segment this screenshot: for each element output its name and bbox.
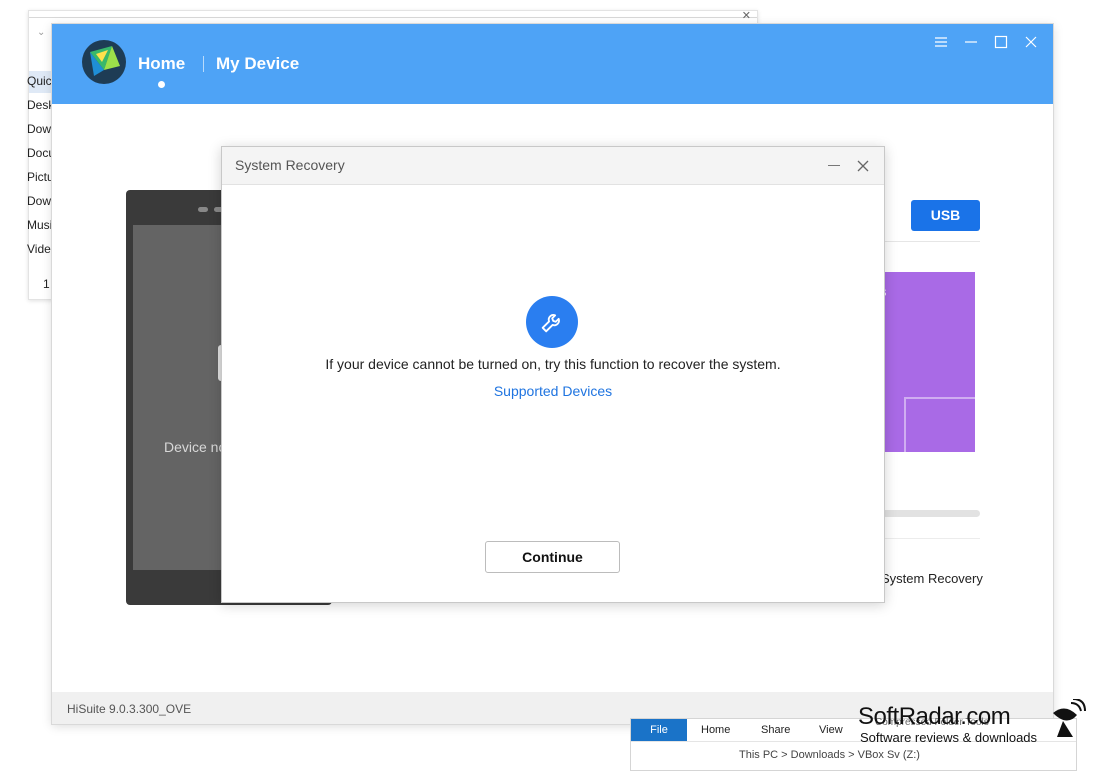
menu-icon[interactable] bbox=[933, 34, 949, 50]
watermark-subtitle: Software reviews & downloads bbox=[860, 730, 1038, 745]
tab-share[interactable]: Share bbox=[761, 724, 790, 736]
nav-active-indicator bbox=[158, 81, 165, 88]
dialog-close-icon[interactable] bbox=[855, 158, 871, 174]
divider bbox=[880, 241, 980, 242]
nav-item-videos[interactable]: Video bbox=[27, 242, 53, 256]
maximize-icon[interactable] bbox=[993, 34, 1009, 50]
nav-item-desktop[interactable]: Deskt bbox=[27, 98, 53, 112]
version-label: HiSuite 9.0.3.300_OVE bbox=[67, 702, 192, 716]
wrench-icon bbox=[526, 296, 578, 348]
system-recovery-link[interactable]: System Recovery bbox=[881, 571, 983, 586]
nav-item-downloads-2[interactable]: Down bbox=[27, 194, 53, 208]
continue-button[interactable]: Continue bbox=[485, 541, 620, 573]
divider-2 bbox=[880, 538, 980, 539]
progress-bar bbox=[882, 510, 980, 517]
tab-home[interactable]: Home bbox=[701, 724, 730, 736]
hisuite-header: Home My Device bbox=[52, 24, 1053, 104]
phone-speaker bbox=[198, 207, 208, 212]
tab-file[interactable]: File bbox=[631, 719, 687, 741]
chevron-down-icon[interactable]: ⌄ bbox=[37, 27, 45, 38]
hisuite-logo bbox=[82, 40, 126, 84]
system-recovery-dialog: System Recovery If your device cannot be… bbox=[221, 146, 885, 603]
minimize-icon[interactable] bbox=[963, 34, 979, 50]
dialog-message: If your device cannot be turned on, try … bbox=[325, 356, 781, 372]
nav-item-documents[interactable]: Docu bbox=[27, 146, 53, 160]
nav-item-quick-access[interactable]: Quick a bbox=[27, 74, 53, 88]
tab-view[interactable]: View bbox=[819, 724, 843, 736]
watermark-title: SoftRadar.com bbox=[858, 703, 1011, 730]
item-count: 1 bbox=[43, 277, 50, 291]
nav-item-music[interactable]: Music bbox=[27, 218, 53, 232]
satellite-dish-icon bbox=[1053, 699, 1086, 737]
supported-devices-link[interactable]: Supported Devices bbox=[222, 383, 884, 399]
dialog-title: System Recovery bbox=[235, 157, 345, 173]
close-icon[interactable] bbox=[1023, 34, 1039, 50]
usb-button[interactable]: USB bbox=[911, 200, 980, 231]
nav-home[interactable]: Home bbox=[138, 54, 185, 74]
explorer-topline bbox=[29, 11, 757, 18]
device-status-text: Device no bbox=[164, 439, 227, 455]
promo-card[interactable]: s bbox=[882, 272, 975, 452]
promo-graphic bbox=[904, 397, 975, 452]
explorer-close-icon[interactable]: ✕ bbox=[742, 9, 751, 22]
softradar-watermark: SoftRadar.com Software reviews & downloa… bbox=[855, 699, 1095, 763]
nav-item-pictures[interactable]: Pictu bbox=[27, 170, 53, 184]
nav-item-downloads[interactable]: Down bbox=[27, 122, 53, 136]
nav-my-device[interactable]: My Device bbox=[216, 54, 299, 74]
dialog-minimize-icon[interactable] bbox=[828, 165, 840, 166]
dialog-titlebar: System Recovery bbox=[222, 147, 884, 185]
nav-separator bbox=[203, 56, 204, 72]
